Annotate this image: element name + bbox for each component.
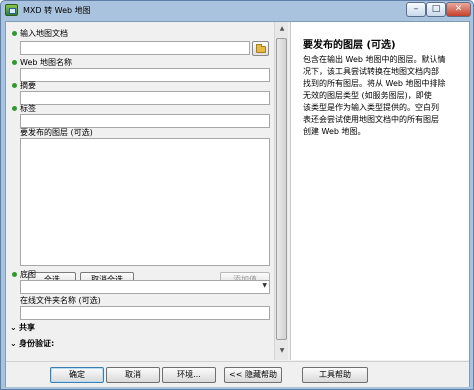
help-title: 要发布的图层 (可选) <box>303 40 396 51</box>
ok-button[interactable]: 确定 <box>50 367 104 383</box>
vertical-scrollbar[interactable]: ▲ ▼ <box>274 22 288 360</box>
close-button[interactable]: ✕ <box>446 2 471 17</box>
online-folder-label: 在线文件夹名称 (可选) <box>20 296 101 305</box>
parameters-pane: 输入地图文档 Web 地图名称 摘要 标签 要发布的图层 (可选) 全选 取消全… <box>6 22 289 360</box>
required-dot-icon <box>12 106 17 111</box>
window-title: MXD 转 Web 地图 <box>23 6 91 15</box>
auth-section-toggle[interactable]: ⌄ 身份验证: <box>10 338 54 349</box>
web-map-name-field[interactable] <box>20 68 270 82</box>
layers-to-publish-label: 要发布的图层 (可选) <box>20 128 93 137</box>
tags-label: 标签 <box>20 104 36 113</box>
app-icon <box>5 4 18 16</box>
basemap-label: 底图 <box>20 270 36 279</box>
browse-button[interactable] <box>252 41 269 56</box>
tags-field[interactable] <box>20 114 270 128</box>
help-body: 包含在输出 Web 地图中的图层。默认情 况下，该工具尝试转换在地图文档内部 找… <box>303 55 446 136</box>
dialog-window: MXD 转 Web 地图 – □ ✕ 输入地图文档 Web 地图名称 摘要 标签 <box>0 0 474 390</box>
web-map-name-label: Web 地图名称 <box>20 58 72 67</box>
hide-help-button[interactable]: << 隐藏帮助 <box>224 367 282 383</box>
dropdown-arrow-icon: ▼ <box>262 282 267 289</box>
input-map-doc-label: 输入地图文档 <box>20 29 68 38</box>
required-dot-icon <box>12 272 17 277</box>
dialog-client: 输入地图文档 Web 地图名称 摘要 标签 要发布的图层 (可选) 全选 取消全… <box>5 21 470 387</box>
auth-label: 身份验证: <box>19 339 55 348</box>
minimize-button[interactable]: – <box>406 2 426 17</box>
input-map-doc-field[interactable] <box>20 41 250 55</box>
cancel-button[interactable]: 取消 <box>106 367 160 383</box>
summary-field[interactable] <box>20 91 270 105</box>
online-folder-field[interactable] <box>20 306 270 320</box>
required-dot-icon <box>12 83 17 88</box>
chevron-down-icon: ⌄ <box>10 323 17 332</box>
scroll-thumb[interactable] <box>276 38 287 340</box>
share-section-toggle[interactable]: ⌄ 共享 <box>10 322 35 333</box>
tool-help-button[interactable]: 工具帮助 <box>302 367 368 383</box>
scroll-up-icon[interactable]: ▲ <box>275 22 289 36</box>
basemap-select[interactable]: ▼ <box>20 280 270 294</box>
chevron-down-icon: ⌄ <box>10 339 17 348</box>
required-dot-icon <box>12 31 17 36</box>
folder-icon <box>256 44 266 53</box>
maximize-button[interactable]: □ <box>426 2 446 17</box>
required-dot-icon <box>12 60 17 65</box>
summary-label: 摘要 <box>20 81 36 90</box>
share-label: 共享 <box>19 323 35 332</box>
help-pane: 要发布的图层 (可选) 包含在输出 Web 地图中的图层。默认情 况下，该工具尝… <box>290 22 469 360</box>
layers-listbox[interactable] <box>20 138 270 266</box>
title-bar[interactable]: MXD 转 Web 地图 – □ ✕ <box>1 1 473 20</box>
button-bar: 确定 取消 环境... << 隐藏帮助 工具帮助 <box>6 361 469 387</box>
scroll-down-icon[interactable]: ▼ <box>275 344 289 358</box>
environments-button[interactable]: 环境... <box>162 367 216 383</box>
